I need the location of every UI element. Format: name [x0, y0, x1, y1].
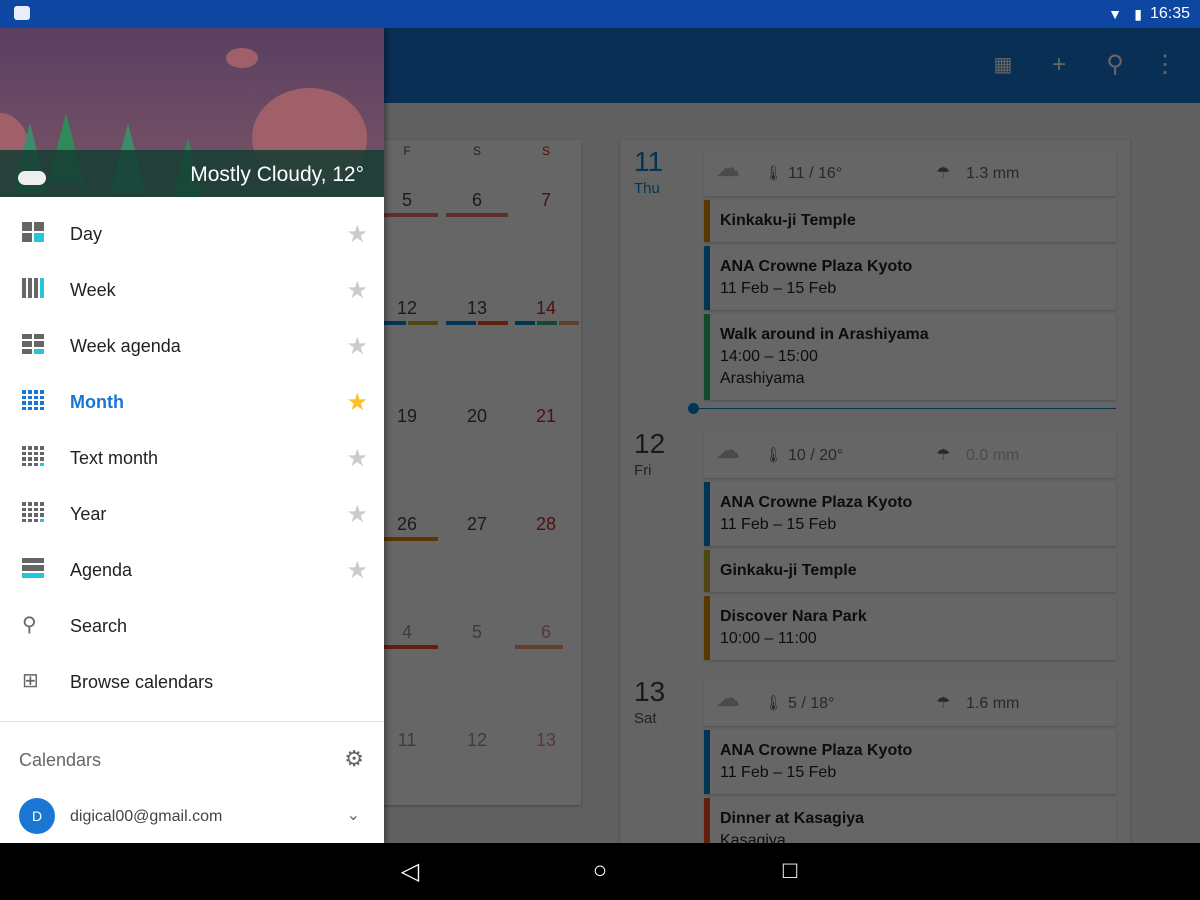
text-month-icon [22, 446, 44, 468]
mostly-cloudy-night-icon [18, 171, 46, 185]
recents-icon[interactable]: □ [770, 857, 810, 885]
star-icon[interactable]: ★ [346, 220, 368, 249]
calendar-add-icon: ⊞ [22, 670, 39, 692]
avatar: D [19, 798, 55, 834]
drawer-item-label: Day [70, 224, 103, 244]
drawer-item-week-agenda[interactable]: Week agenda ★ [0, 318, 384, 374]
status-bar: ▼ ▮ 16:35 [0, 0, 1200, 28]
week-agenda-icon [22, 334, 44, 356]
weather-header: Mostly Cloudy, 12° [0, 28, 384, 197]
drawer-item-browse-calendars[interactable]: ⊞ Browse calendars [0, 654, 384, 710]
search-icon: ⚲ [22, 614, 37, 636]
battery-charging-icon: ▮ [1134, 6, 1142, 22]
drawer-item-agenda[interactable]: Agenda ★ [0, 542, 384, 598]
star-icon[interactable]: ★ [346, 444, 368, 473]
drawer-item-label: Week [70, 280, 116, 300]
drawer-item-year[interactable]: Year ★ [0, 486, 384, 542]
drawer-item-search[interactable]: ⚲ Search [0, 598, 384, 654]
weather-summary: Mostly Cloudy, 12° [190, 163, 364, 186]
week-view-icon [22, 278, 44, 300]
clock: 16:35 [1149, 5, 1190, 22]
drawer-item-label: Search [70, 616, 128, 636]
android-icon [14, 6, 30, 20]
star-icon[interactable]: ★ [346, 388, 368, 417]
star-icon[interactable]: ★ [346, 556, 368, 585]
chevron-down-icon[interactable]: ⌄ [347, 805, 360, 825]
account-email: digical00@gmail.com [70, 808, 223, 825]
drawer-item-label: Browse calendars [70, 672, 214, 692]
wifi-icon: ▼ [1108, 6, 1122, 22]
drawer-item-label: Year [70, 504, 107, 524]
calendars-header: Calendars [19, 750, 102, 770]
navigation-bar: ◁ ○ □ [0, 843, 1200, 900]
divider [0, 721, 384, 722]
navigation-drawer: Mostly Cloudy, 12° Day ★ Week ★ Week agenda ★… [0, 28, 384, 843]
account-row[interactable]: D digical00@gmail.com ⌄ [0, 793, 384, 843]
drawer-item-week[interactable]: Week ★ [0, 262, 384, 318]
drawer-item-label: Week agenda [70, 336, 181, 356]
star-icon[interactable]: ★ [346, 276, 368, 305]
agenda-view-icon [22, 558, 44, 580]
drawer-item-label: Agenda [70, 560, 133, 580]
drawer-item-month[interactable]: Month ★ [0, 374, 384, 430]
back-icon[interactable]: ◁ [390, 857, 430, 886]
drawer-item-day[interactable]: Day ★ [0, 206, 384, 262]
year-view-icon [22, 502, 44, 524]
star-icon[interactable]: ★ [346, 500, 368, 529]
calendar-settings-icon[interactable]: ⚙ [344, 746, 364, 772]
day-view-icon [22, 222, 44, 244]
drawer-item-text-month[interactable]: Text month ★ [0, 430, 384, 486]
drawer-item-label: Month [70, 392, 124, 412]
month-view-icon [22, 390, 44, 412]
star-icon[interactable]: ★ [346, 332, 368, 361]
drawer-item-label: Text month [70, 448, 159, 468]
home-icon[interactable]: ○ [580, 857, 620, 885]
